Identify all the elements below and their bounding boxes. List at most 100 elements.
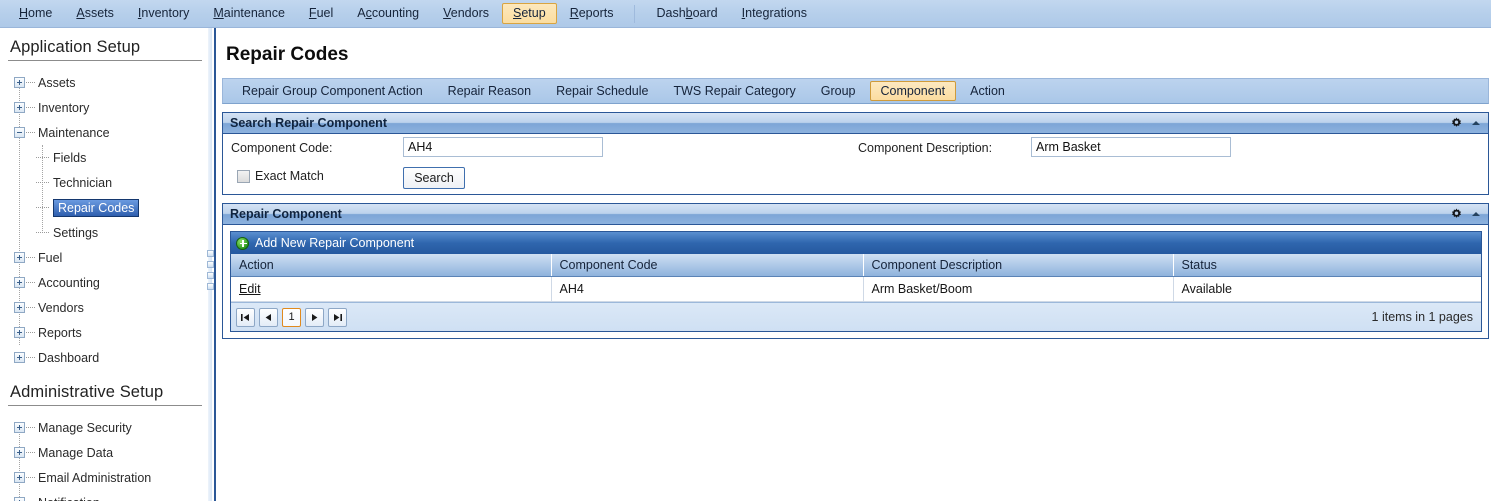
nav-item-integrations[interactable]: Integrations: [731, 3, 818, 24]
sidebar-item-settings[interactable]: Settings: [8, 220, 206, 245]
pager-next-button[interactable]: [305, 307, 324, 327]
tab-strip: Repair Group Component Action Repair Rea…: [222, 78, 1489, 104]
pager-item-count: 1 items in 1 pages: [1371, 310, 1473, 324]
plus-circle-icon: [236, 236, 249, 250]
add-new-label: Add New Repair Component: [255, 236, 415, 250]
sidebar-splitter[interactable]: [206, 28, 218, 501]
sidebar-heading-administrative: Administrative Setup: [8, 381, 202, 406]
expand-plus-icon[interactable]: [14, 302, 25, 313]
sidebar-item-fuel[interactable]: Fuel: [8, 245, 206, 270]
sidebar-item-label: Reports: [38, 325, 82, 340]
nav-item-dashboard[interactable]: Dashboard: [645, 3, 728, 24]
cell-action: Edit: [231, 276, 552, 302]
sidebar-item-label: Manage Security: [38, 420, 132, 435]
tab-component[interactable]: Component: [869, 81, 957, 101]
nav-item-accounting[interactable]: Accounting: [346, 3, 430, 24]
nav-item-setup[interactable]: Setup: [502, 3, 557, 24]
sidebar-item-vendors[interactable]: Vendors: [8, 295, 206, 320]
sidebar-item-repair-codes[interactable]: Repair Codes: [8, 195, 206, 220]
sidebar-item-accounting[interactable]: Accounting: [8, 270, 206, 295]
tab-action[interactable]: Action: [959, 81, 1016, 101]
tab-tws-repair-category[interactable]: TWS Repair Category: [662, 81, 806, 101]
expand-plus-icon[interactable]: [14, 327, 25, 338]
sidebar-item-inventory[interactable]: Inventory: [8, 95, 206, 120]
nav-item-maintenance[interactable]: Maintenance: [202, 3, 296, 24]
tab-repair-reason[interactable]: Repair Reason: [437, 81, 542, 101]
grid-panel-title: Repair Component: [230, 207, 342, 221]
component-code-input[interactable]: [403, 137, 603, 157]
cell-status: Available: [1173, 276, 1481, 302]
gear-icon[interactable]: [1450, 116, 1463, 130]
sidebar-item-label: Vendors: [38, 300, 84, 315]
column-header-component-description[interactable]: Component Description: [863, 254, 1174, 277]
collapse-minus-icon[interactable]: [14, 127, 25, 138]
search-panel-body: Component Code: Component Description: E…: [223, 134, 1488, 194]
grid-panel-header: Repair Component: [223, 204, 1488, 225]
sidebar-item-label: Dashboard: [38, 350, 100, 365]
tree-connector: [26, 282, 35, 283]
pager-previous-button[interactable]: [259, 307, 278, 327]
tab-group[interactable]: Group: [810, 81, 867, 101]
search-button[interactable]: Search: [403, 167, 465, 189]
sidebar-item-technician[interactable]: Technician: [8, 170, 206, 195]
sidebar-item-manage-security[interactable]: Manage Security: [8, 415, 206, 440]
sidebar-item-label: Fuel: [38, 250, 63, 265]
splitter-grip-handle[interactable]: [206, 246, 215, 301]
tree-connector: [26, 427, 35, 428]
sidebar-item-email-administration[interactable]: Email Administration: [8, 465, 206, 490]
expand-plus-icon[interactable]: [14, 77, 25, 88]
nav-separator: [634, 4, 636, 23]
gear-icon[interactable]: [1450, 207, 1463, 221]
repair-component-panel: Repair Component Add New Repair Componen…: [222, 203, 1489, 339]
cell-component-description: Arm Basket/Boom: [863, 276, 1174, 302]
nav-item-inventory[interactable]: Inventory: [127, 3, 200, 24]
collapse-chevron-up-icon[interactable]: [1472, 212, 1480, 216]
grid-outer-border: Add New Repair Component Action Componen…: [230, 231, 1482, 332]
component-description-input[interactable]: [1031, 137, 1231, 157]
sidebar-item-label: Accounting: [38, 275, 100, 290]
sidebar-item-label: Inventory: [38, 100, 90, 115]
grid-container: Add New Repair Component Action Componen…: [223, 225, 1488, 338]
expand-plus-icon[interactable]: [14, 447, 25, 458]
column-header-component-code[interactable]: Component Code: [551, 254, 864, 277]
expand-plus-icon[interactable]: [14, 472, 25, 483]
exact-match-checkbox[interactable]: [237, 170, 250, 183]
column-header-status[interactable]: Status: [1173, 254, 1481, 277]
tree-connector: [26, 257, 35, 258]
top-navigation-bar: Home Assets Inventory Maintenance Fuel A…: [0, 0, 1491, 28]
nav-item-reports[interactable]: Reports: [559, 3, 625, 24]
nav-item-vendors[interactable]: Vendors: [432, 3, 500, 24]
exact-match-label: Exact Match: [255, 169, 324, 183]
search-repair-component-panel: Search Repair Component Component Code: …: [222, 112, 1489, 195]
expand-plus-icon[interactable]: [14, 277, 25, 288]
pager-first-button[interactable]: [236, 307, 255, 327]
sidebar-item-manage-data[interactable]: Manage Data: [8, 440, 206, 465]
sidebar-item-maintenance[interactable]: Maintenance: [8, 120, 206, 145]
collapse-chevron-up-icon[interactable]: [1472, 121, 1480, 125]
tab-repair-schedule[interactable]: Repair Schedule: [545, 81, 659, 101]
add-new-repair-component-button[interactable]: Add New Repair Component: [231, 232, 1481, 254]
sidebar-item-reports[interactable]: Reports: [8, 320, 206, 345]
sidebar-item-notification[interactable]: Notification: [8, 490, 206, 501]
sidebar-item-label: Email Administration: [38, 470, 152, 485]
expand-plus-icon[interactable]: [14, 102, 25, 113]
column-header-action[interactable]: Action: [231, 254, 552, 277]
nav-item-assets[interactable]: Assets: [65, 3, 125, 24]
pager-last-button[interactable]: [328, 307, 347, 327]
sidebar-item-label: Assets: [38, 75, 76, 90]
expand-plus-icon[interactable]: [14, 422, 25, 433]
sidebar-item-dashboard[interactable]: Dashboard: [8, 345, 206, 370]
search-panel-title: Search Repair Component: [230, 116, 387, 130]
expand-plus-icon[interactable]: [14, 352, 25, 363]
sidebar-item-assets[interactable]: Assets: [8, 70, 206, 95]
nav-item-fuel[interactable]: Fuel: [298, 3, 344, 24]
component-description-label: Component Description:: [858, 141, 993, 155]
edit-link[interactable]: Edit: [239, 282, 261, 296]
nav-item-home[interactable]: Home: [8, 3, 63, 24]
tab-repair-group-component-action[interactable]: Repair Group Component Action: [231, 81, 434, 101]
tree-connector: [36, 157, 49, 158]
expand-plus-icon[interactable]: [14, 497, 25, 501]
pager-page-1-button[interactable]: 1: [282, 307, 301, 327]
sidebar-item-fields[interactable]: Fields: [8, 145, 206, 170]
expand-plus-icon[interactable]: [14, 252, 25, 263]
